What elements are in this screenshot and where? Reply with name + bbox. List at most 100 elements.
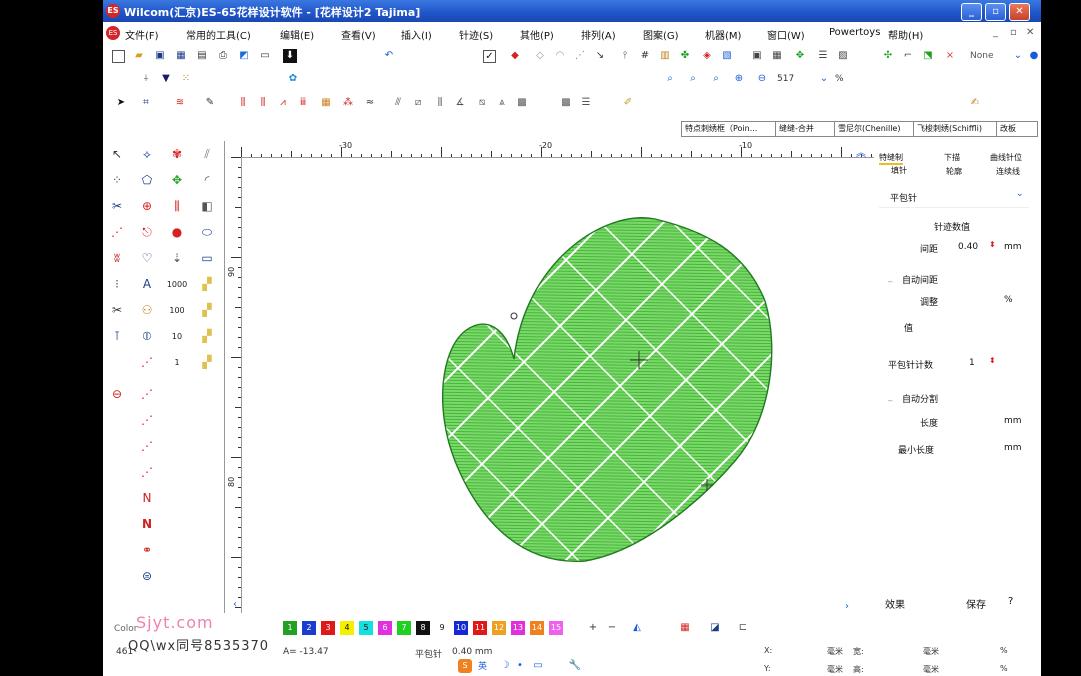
tab-merge[interactable]: 缝缝-合并 bbox=[775, 121, 835, 137]
frame-icon[interactable]: ▣ bbox=[750, 49, 764, 63]
panel-tab-underlay[interactable]: 下描 bbox=[944, 152, 960, 163]
hoop-icon[interactable]: ▥ bbox=[658, 49, 672, 63]
arc-icon[interactable]: ◜ bbox=[197, 170, 217, 190]
angle-icon[interactable]: ∡ bbox=[453, 96, 467, 110]
spacing-input[interactable]: 0.40 bbox=[958, 242, 978, 252]
panel-tab-special[interactable]: 特缝制 bbox=[879, 152, 903, 165]
hoop-tool-icon[interactable]: ⊖ bbox=[107, 384, 127, 404]
outline-icon[interactable]: ◇ bbox=[533, 49, 547, 63]
moon-icon[interactable]: ☽ bbox=[498, 659, 512, 673]
menu-help[interactable]: 帮助(H) bbox=[888, 27, 923, 42]
theta-icon[interactable]: ⊜ bbox=[137, 566, 157, 586]
stitch-run-icon[interactable]: ⇣ bbox=[167, 248, 187, 268]
color-swatch[interactable]: 2 bbox=[302, 621, 316, 635]
fringe-icon[interactable]: ⁝ bbox=[107, 274, 127, 294]
satin-column-icon[interactable]: ⫼ bbox=[167, 196, 187, 216]
save-icon[interactable]: ▣ bbox=[153, 49, 167, 63]
ime-icon[interactable]: S bbox=[458, 659, 472, 673]
yellow-tool4-icon[interactable]: ▞ bbox=[197, 352, 217, 372]
format-icon[interactable]: ⊏ bbox=[736, 621, 750, 635]
effect-button[interactable]: 效果 bbox=[885, 596, 905, 611]
wave-icon[interactable]: ≈ bbox=[363, 96, 377, 110]
slant-icon[interactable]: ⧄ bbox=[411, 96, 425, 110]
cut-point-icon[interactable]: ✂ bbox=[107, 196, 127, 216]
none-dropdown[interactable]: None bbox=[970, 51, 993, 61]
mdi-close-button[interactable]: ✕ bbox=[1026, 27, 1034, 38]
doc-icon[interactable]: ES bbox=[106, 26, 120, 40]
color-swatch[interactable]: 3 bbox=[321, 621, 335, 635]
yellow-tool3-icon[interactable]: ▞ bbox=[197, 326, 217, 346]
heart-icon[interactable]: ♡ bbox=[137, 248, 157, 268]
people-icon[interactable]: ⚇ bbox=[137, 300, 157, 320]
leaf-icon[interactable]: ✥ bbox=[167, 170, 187, 190]
menu-view[interactable]: 查看(V) bbox=[341, 27, 376, 42]
menu-file[interactable]: 文件(F) bbox=[125, 27, 159, 42]
w-stitch-icon[interactable]: ʬ bbox=[107, 248, 127, 268]
zoom-box-icon[interactable]: ⌕ bbox=[686, 72, 700, 86]
color-swatch[interactable]: 13 bbox=[511, 621, 525, 635]
stitch-100-button[interactable]: 100 bbox=[167, 300, 187, 320]
menu-powertoys[interactable]: Powertoys bbox=[829, 27, 880, 38]
tab-point-embroidery[interactable]: 特点刺绣框（Poin... bbox=[681, 121, 776, 137]
travel2-icon[interactable]: ⋰ bbox=[137, 384, 157, 404]
keyboard-icon[interactable]: ▭ bbox=[531, 659, 545, 673]
travel4-icon[interactable]: ⋰ bbox=[137, 436, 157, 456]
panel-tab-curve[interactable]: 曲线针位 bbox=[990, 152, 1022, 163]
satin-count-input[interactable]: 1 bbox=[969, 358, 975, 368]
menu-stitch[interactable]: 针迹(S) bbox=[459, 27, 493, 42]
travel5-icon[interactable]: ⋰ bbox=[137, 462, 157, 482]
spin-icon[interactable]: ⬍ bbox=[989, 356, 996, 365]
zigzag-icon[interactable]: ⩘ bbox=[276, 96, 290, 110]
stitch-10-button[interactable]: 10 bbox=[167, 326, 187, 346]
dots-icon[interactable]: ⁂ bbox=[341, 96, 355, 110]
color-swatch[interactable]: 11 bbox=[473, 621, 487, 635]
snap-icon[interactable]: ✣ bbox=[881, 49, 895, 63]
zoom-tool-icon[interactable]: ⌕ bbox=[663, 72, 677, 86]
pattern-icon[interactable]: ▩ bbox=[559, 96, 573, 110]
panel-tab-continuous[interactable]: 连续线 bbox=[996, 166, 1020, 177]
run-icon[interactable]: ⎋ bbox=[137, 222, 157, 242]
motif-icon[interactable]: ✐ bbox=[621, 96, 635, 110]
dot-icon[interactable]: • bbox=[513, 659, 527, 673]
stitch-wave-icon[interactable]: ≋ bbox=[173, 96, 187, 110]
color-swatch[interactable]: 6 bbox=[378, 621, 392, 635]
menu-other[interactable]: 其他(P) bbox=[520, 27, 554, 42]
zoom-out-icon[interactable]: ⊖ bbox=[755, 72, 769, 86]
scroll-right-icon[interactable]: › bbox=[845, 601, 849, 612]
travel3-icon[interactable]: ⋰ bbox=[137, 410, 157, 430]
thread-icon[interactable]: ◪ bbox=[708, 621, 722, 635]
open-folder-icon[interactable]: ▰ bbox=[132, 49, 146, 63]
peak-icon[interactable]: ⩓ bbox=[495, 96, 509, 110]
add-color-icon[interactable]: + bbox=[586, 621, 600, 635]
lines-icon[interactable]: ⫼ bbox=[433, 96, 447, 110]
pen-icon[interactable]: ✎ bbox=[203, 96, 217, 110]
satin-red-icon[interactable]: ⫼ bbox=[236, 96, 250, 110]
stitch-fan-icon[interactable]: ⋰ bbox=[107, 222, 127, 242]
rectangle-icon[interactable]: ▭ bbox=[197, 248, 217, 268]
palette-icon[interactable]: ▧ bbox=[720, 49, 734, 63]
menu-edit[interactable]: 编辑(E) bbox=[280, 27, 314, 42]
app-icon[interactable]: ES bbox=[106, 4, 120, 18]
ellipse-icon[interactable]: ⬭ bbox=[197, 222, 217, 242]
needle-icon[interactable]: ⫯ bbox=[618, 49, 632, 63]
color-swatch[interactable]: 7 bbox=[397, 621, 411, 635]
print-preview-icon[interactable]: ▤ bbox=[195, 49, 209, 63]
monogram-icon[interactable]: ⦶ bbox=[137, 326, 157, 346]
diagonal-icon[interactable]: ⫽ bbox=[197, 144, 217, 164]
print-icon[interactable]: ⎙ bbox=[216, 49, 230, 63]
color-swatch[interactable]: 14 bbox=[530, 621, 544, 635]
grid-fill-icon[interactable]: ▩ bbox=[515, 96, 529, 110]
step-icon[interactable]: ⌐ bbox=[901, 49, 915, 63]
embroidery-design[interactable] bbox=[225, 141, 874, 613]
mdi-minimize-button[interactable]: _ bbox=[993, 27, 998, 38]
edit-icon[interactable]: ✍ bbox=[968, 96, 982, 110]
comb-icon[interactable]: ⅲ bbox=[296, 96, 310, 110]
zoom-in-icon[interactable]: ⊕ bbox=[732, 72, 746, 86]
funnel-icon[interactable]: ▼ bbox=[159, 72, 173, 86]
auto-spacing-checkbox[interactable]: _ bbox=[888, 273, 893, 283]
target-icon[interactable]: ⊕ bbox=[137, 196, 157, 216]
n-path-icon[interactable]: N bbox=[137, 488, 157, 508]
color-swatch[interactable]: 5 bbox=[359, 621, 373, 635]
cloud-icon[interactable]: ✿ bbox=[286, 72, 300, 86]
image-icon[interactable]: ▭ bbox=[258, 49, 272, 63]
